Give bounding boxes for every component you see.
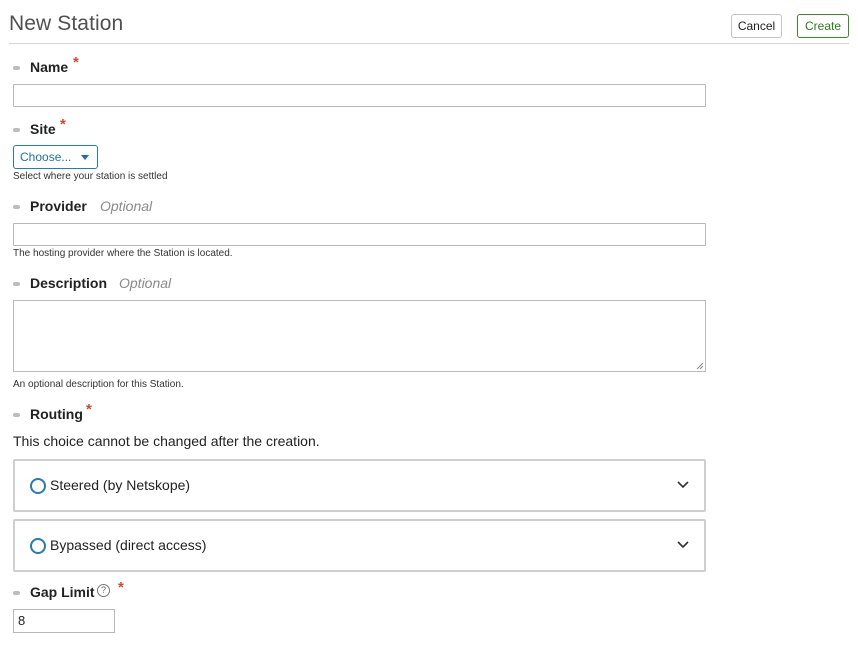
routing-option-label: Bypassed (direct access) xyxy=(50,537,207,553)
site-help-text: Select where your station is settled xyxy=(13,171,168,182)
provider-help-text: The hosting provider where the Station i… xyxy=(13,248,233,259)
chevron-down-icon[interactable] xyxy=(676,478,690,492)
optional-tag: Optional xyxy=(100,198,153,214)
description-textarea[interactable] xyxy=(13,300,706,372)
gap-limit-label: Gap Limit xyxy=(30,584,95,600)
optional-tag: Optional xyxy=(119,275,172,291)
bullet-icon xyxy=(13,591,20,595)
description-label: Description xyxy=(30,275,108,291)
provider-input[interactable] xyxy=(13,223,706,246)
site-select-value: Choose... xyxy=(20,150,72,164)
bullet-icon xyxy=(13,128,20,132)
resize-handle-icon[interactable] xyxy=(696,362,704,370)
routing-label: Routing xyxy=(30,406,83,422)
name-input[interactable] xyxy=(13,84,706,107)
chevron-down-icon[interactable] xyxy=(676,538,690,552)
help-question-icon[interactable]: ? xyxy=(97,584,110,597)
routing-note: This choice cannot be changed after the … xyxy=(13,433,320,449)
routing-option-steered[interactable]: Steered (by Netskope) xyxy=(13,459,706,512)
bullet-icon xyxy=(13,66,20,70)
required-mark: * xyxy=(60,116,66,133)
required-mark: * xyxy=(86,401,92,418)
gap-limit-input[interactable]: 8 xyxy=(13,609,115,633)
bullet-icon xyxy=(13,413,20,417)
required-mark: * xyxy=(73,54,79,71)
bullet-icon xyxy=(13,282,20,286)
routing-option-bypassed[interactable]: Bypassed (direct access) xyxy=(13,519,706,572)
bullet-icon xyxy=(13,205,20,209)
site-label: Site xyxy=(30,121,56,137)
site-select[interactable]: Choose... xyxy=(13,145,98,169)
cancel-button[interactable]: Cancel xyxy=(731,14,782,38)
page-title: New Station xyxy=(9,12,124,35)
radio-button[interactable] xyxy=(30,538,46,554)
radio-button[interactable] xyxy=(30,478,46,494)
provider-label: Provider xyxy=(30,198,87,214)
description-help-text: An optional description for this Station… xyxy=(13,379,184,390)
name-label: Name xyxy=(30,59,69,75)
required-mark: * xyxy=(118,579,124,596)
page-header: New Station Cancel Create xyxy=(9,0,849,44)
routing-option-label: Steered (by Netskope) xyxy=(50,477,191,493)
caret-down-icon xyxy=(81,155,89,160)
create-button[interactable]: Create xyxy=(797,14,849,38)
